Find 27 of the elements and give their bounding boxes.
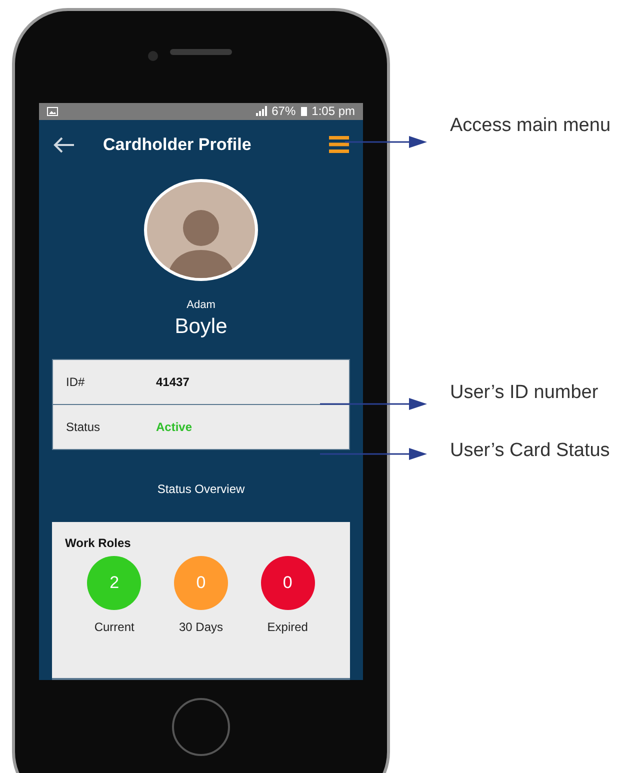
detail-label: ID# <box>66 375 86 390</box>
camera-icon <box>148 51 158 61</box>
annotation-text: Access main menu <box>450 115 611 137</box>
image-icon <box>47 106 58 116</box>
battery-icon <box>300 106 307 116</box>
annotation-text: User’s ID number <box>450 382 598 404</box>
count-circle: 0 <box>260 556 315 610</box>
detail-value: 41437 <box>156 375 190 390</box>
count-circle: 0 <box>174 556 228 610</box>
first-name: Adam <box>186 299 216 312</box>
signal-icon <box>254 106 267 116</box>
status-time: 1:05 pm <box>312 104 355 118</box>
count-label: 30 Days <box>178 620 223 634</box>
section-title: Status Overview <box>157 482 245 496</box>
screen-title: Cardholder Profile <box>103 134 252 155</box>
last-name: Boyle <box>174 315 228 340</box>
annotation-text: User’s Card Status <box>450 440 610 462</box>
detail-label: Status <box>66 420 102 434</box>
menu-button[interactable] <box>329 136 349 154</box>
card-title: Work Roles <box>65 536 132 550</box>
speaker-grille <box>170 49 232 55</box>
detail-value: Active <box>156 420 192 434</box>
battery-percent: 67% <box>272 104 296 118</box>
back-button[interactable] <box>53 136 75 153</box>
count-label: Expired <box>267 620 308 634</box>
count-circle: 2 <box>87 556 142 610</box>
count-label: Current <box>94 620 134 634</box>
